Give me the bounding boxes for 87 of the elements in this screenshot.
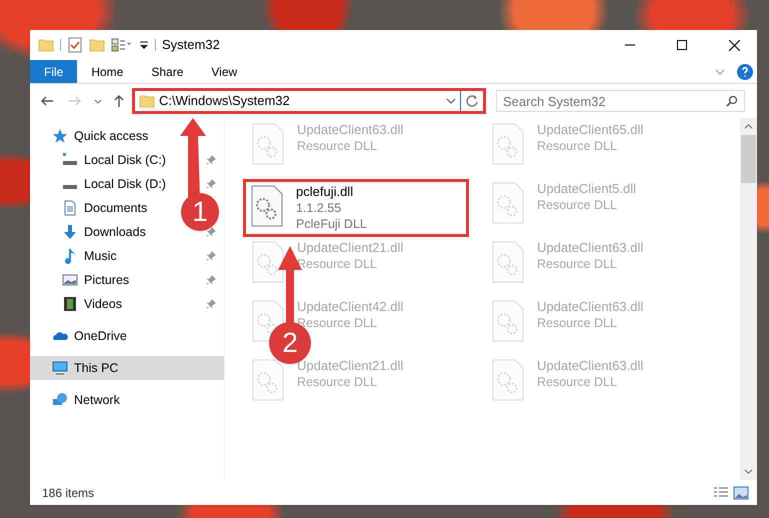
file-name: UpdateClient65.dll — [537, 122, 644, 138]
status-text: 186 items — [42, 484, 96, 502]
scroll-up-icon[interactable] — [744, 122, 753, 131]
scrollbar-thumb[interactable] — [741, 135, 756, 183]
folder-icon — [38, 37, 54, 53]
gear-file-icon — [491, 122, 525, 166]
pin-icon[interactable] — [206, 155, 216, 165]
file-name: UpdateClient5.dll — [537, 181, 636, 197]
pin-icon[interactable] — [206, 251, 216, 261]
file-detail: Resource DLL — [297, 315, 378, 331]
file-detail: Resource DLL — [297, 138, 378, 154]
globe-icon — [52, 392, 68, 408]
maximize-icon — [677, 40, 687, 50]
chevron-down-icon[interactable] — [94, 97, 102, 105]
sidebar-item[interactable]: Videos — [62, 294, 122, 314]
file-name: UpdateClient63.dll — [537, 299, 644, 315]
down-arrow-icon — [62, 224, 78, 240]
sidebar-item[interactable]: Music — [62, 246, 117, 266]
gear-file-icon — [491, 240, 525, 284]
scrollbar[interactable] — [740, 118, 757, 480]
new-folder-icon — [89, 37, 105, 53]
sidebar-item[interactable]: Network — [52, 390, 120, 410]
picture-icon — [62, 272, 78, 288]
gear-file-icon — [491, 299, 525, 343]
file-detail: Resource DLL — [537, 256, 618, 272]
drive-icon — [62, 184, 78, 190]
help-icon[interactable] — [737, 64, 753, 80]
gear-file-icon — [251, 358, 285, 402]
checklist-icon[interactable] — [67, 37, 83, 53]
search-field[interactable]: Search System32 — [496, 90, 745, 112]
pin-icon[interactable] — [206, 275, 216, 285]
sidebar-item[interactable]: Pictures — [62, 270, 130, 290]
file-detail: Resource DLL — [297, 374, 378, 390]
file-detail: Resource DLL — [537, 197, 618, 213]
refresh-icon[interactable] — [465, 94, 479, 108]
file-name: UpdateClient42.dll — [297, 299, 404, 315]
monitor-icon — [52, 360, 68, 376]
window-title: System32 — [162, 36, 221, 54]
file-detail: Resource DLL — [537, 315, 618, 331]
details-view-icon[interactable] — [713, 486, 729, 500]
pin-icon[interactable] — [206, 179, 216, 189]
sidebar-item[interactable]: Local Disk (D:) — [62, 174, 166, 194]
gear-file-icon — [491, 358, 525, 402]
sidebar-item[interactable]: Downloads — [62, 222, 146, 242]
file-name: UpdateClient63.dll — [297, 122, 404, 138]
star-icon — [52, 128, 68, 144]
pin-icon[interactable] — [206, 227, 216, 237]
search-icon[interactable] — [726, 95, 738, 107]
file-name: UpdateClient21.dll — [297, 240, 404, 256]
address-bar[interactable]: C:\Windows\System32 — [132, 88, 486, 114]
gear-file-icon — [250, 184, 284, 228]
sidebar-item[interactable]: Quick access — [52, 126, 148, 146]
dropdown-caret-icon[interactable] — [139, 39, 149, 51]
address-path: C:\Windows\System32 — [159, 92, 291, 110]
ribbon-tab[interactable]: Share — [137, 60, 198, 83]
scroll-down-icon[interactable] — [744, 467, 753, 476]
file-item[interactable]: pclefuji.dll 1.1.2.55 PcleFuji DLL — [243, 179, 469, 237]
sidebar-item[interactable]: Documents — [62, 198, 148, 218]
sidebar-item[interactable]: OneDrive — [52, 326, 127, 346]
file-detail: 1.1.2.55 — [296, 200, 342, 216]
large-icons-view-icon[interactable] — [733, 486, 749, 500]
pin-icon[interactable] — [206, 299, 216, 309]
file-name: pclefuji.dll — [296, 184, 354, 200]
sidebar-item[interactable]: Local Disk (C:) — [62, 150, 166, 170]
back-arrow-icon[interactable] — [40, 94, 54, 108]
folder-icon — [139, 93, 155, 109]
gear-file-icon — [251, 240, 285, 284]
gear-file-icon — [251, 122, 285, 166]
document-icon — [62, 200, 78, 216]
file-detail: Resource DLL — [537, 138, 618, 154]
close-icon — [728, 40, 740, 50]
drive-icon — [62, 152, 78, 168]
properties-icon[interactable] — [111, 37, 133, 53]
up-arrow-icon[interactable] — [112, 94, 126, 108]
ribbon-tab[interactable]: Home — [77, 60, 138, 83]
file-name: UpdateClient63.dll — [537, 240, 644, 256]
film-icon — [62, 296, 78, 312]
ribbon-tab[interactable]: View — [197, 60, 252, 83]
file-detail: Resource DLL — [297, 256, 378, 272]
file-name: UpdateClient63.dll — [537, 358, 644, 374]
file-name: UpdateClient21.dll — [297, 358, 404, 374]
ribbon-tab[interactable]: File — [30, 60, 78, 83]
sidebar-item[interactable]: This PC — [52, 358, 118, 378]
gear-file-icon — [491, 181, 525, 225]
chevron-down-icon[interactable] — [446, 96, 456, 106]
file-detail: Resource DLL — [537, 374, 618, 390]
file-detail: PcleFuji DLL — [296, 216, 367, 232]
